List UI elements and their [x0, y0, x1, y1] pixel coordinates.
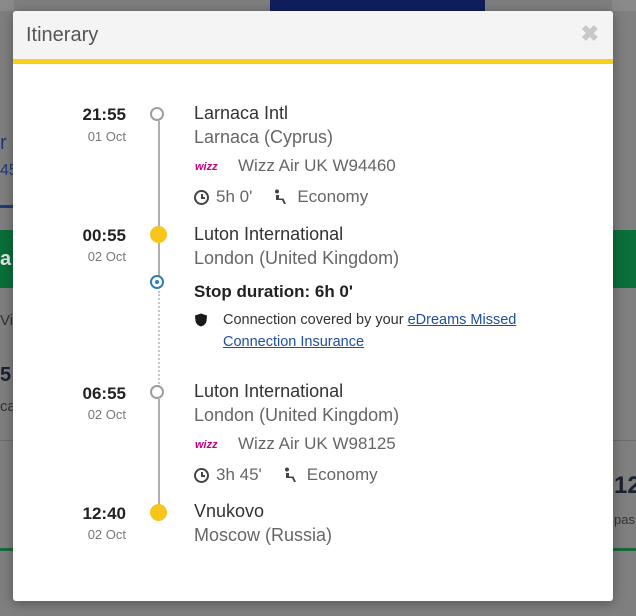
seat-icon	[275, 189, 287, 204]
background-divider	[613, 440, 636, 441]
modal-header: Itinerary ✖	[13, 11, 613, 64]
arrival-airport: Luton International	[194, 224, 344, 244]
flight-carrier: wizz Wizz Air UK W94460	[194, 156, 396, 176]
insurance-text: Connection covered by your	[223, 312, 408, 328]
background-divider	[0, 440, 13, 441]
arrival-time: 00:55	[82, 226, 126, 245]
cabin-class: Economy	[306, 465, 378, 484]
flight-meta: 5h 0' Economy	[194, 187, 368, 207]
background-green-strip	[613, 548, 636, 551]
timeline-stop-node	[150, 275, 164, 289]
clock-icon	[194, 467, 209, 483]
svg-text:wizz: wizz	[195, 439, 218, 451]
background-underline	[0, 205, 13, 208]
close-icon[interactable]: ✖	[581, 23, 599, 45]
flight-meta: 3h 45' Economy	[194, 465, 378, 485]
background-fragment: r	[0, 132, 7, 154]
flight-carrier: wizz Wizz Air UK W98125	[194, 434, 396, 454]
itinerary-modal: Itinerary ✖ 21:55 01 Oct Larnaca Intl La…	[13, 11, 613, 601]
flight-duration: 3h 45'	[216, 465, 262, 484]
wizz-air-logo: wizz	[195, 161, 218, 173]
timeline-line	[158, 399, 160, 511]
cabin-class: Economy	[297, 187, 369, 206]
departure-airport: Larnaca Intl	[194, 103, 289, 123]
connection-insurance-note: Connection covered by your eDreams Misse…	[194, 309, 564, 353]
background-green-band	[612, 230, 636, 288]
background-fragment: a	[0, 248, 12, 270]
clock-icon	[194, 189, 209, 205]
departure-airport: Luton International	[194, 381, 344, 401]
arrival-city: Moscow (Russia)	[194, 525, 333, 545]
background-tab-left: obe	[0, 0, 14, 11]
wizz-air-logo: wizz	[195, 439, 218, 451]
timeline-line	[158, 121, 160, 239]
background-fragment: 12	[614, 472, 636, 499]
shield-icon	[195, 313, 207, 327]
departure-date: 01 Oct	[87, 129, 126, 144]
seat-icon	[284, 467, 296, 482]
svg-text:wizz: wizz	[195, 161, 218, 173]
departure-city: London (United Kingdom)	[194, 405, 400, 425]
timeline-arrival-node	[150, 504, 167, 521]
background-green-strip	[0, 548, 13, 551]
background-fragment: 5	[0, 364, 12, 386]
arrival-time: 12:40	[82, 504, 126, 523]
background-tab-right: obe	[612, 0, 636, 11]
arrival-date: 02 Oct	[87, 527, 126, 542]
arrival-airport: Vnukovo	[194, 501, 265, 521]
flight-duration: 5h 0'	[216, 187, 253, 206]
arrival-date: 02 Oct	[87, 249, 126, 264]
arrival-city: London (United Kingdom)	[194, 248, 400, 268]
timeline-connection-line	[158, 291, 160, 387]
stop-duration: Stop duration: 6h 0'	[194, 282, 353, 301]
background-fragment: pas	[614, 512, 635, 527]
timeline-arrival-node	[150, 226, 167, 243]
modal-title: Itinerary	[26, 24, 99, 46]
flight-carrier-label: Wizz Air UK W98125	[238, 434, 396, 453]
departure-date: 02 Oct	[87, 407, 126, 422]
timeline-departure-node	[150, 385, 164, 399]
flight-carrier-label: Wizz Air UK W94460	[238, 156, 396, 175]
background-tab-active	[270, 0, 485, 11]
timeline-departure-node	[150, 107, 164, 121]
departure-time: 21:55	[82, 105, 126, 124]
departure-city: Larnaca (Cyprus)	[194, 127, 334, 147]
departure-time: 06:55	[82, 384, 126, 403]
timeline-line	[158, 242, 160, 279]
